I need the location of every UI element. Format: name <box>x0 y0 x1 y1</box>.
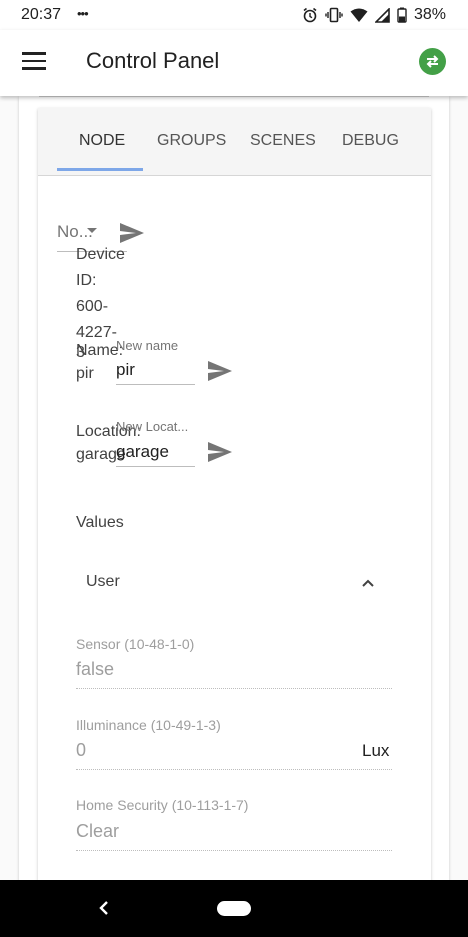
page-title: Control Panel <box>86 48 220 73</box>
tab-debug[interactable]: DEBUG <box>342 132 399 150</box>
status-icons: 38% <box>302 5 446 25</box>
back-icon[interactable] <box>97 898 111 918</box>
new-name-input[interactable]: pir <box>116 360 195 385</box>
sync-icon <box>426 55 439 68</box>
notification-dots: ••• <box>77 6 89 21</box>
battery-icon <box>397 7 407 23</box>
home-security-value: Clear <box>76 821 120 841</box>
system-nav-bar <box>0 880 468 937</box>
chevron-up-icon[interactable] <box>362 577 374 589</box>
send-name-icon[interactable] <box>207 360 233 382</box>
new-location-input[interactable]: garage <box>116 442 195 467</box>
sensor-value: false <box>76 659 115 679</box>
home-security-divider <box>76 850 392 851</box>
tab-indicator <box>57 168 143 171</box>
menu-icon[interactable] <box>22 52 46 72</box>
tab-groups[interactable]: GROUPS <box>157 132 226 150</box>
tab-bar: NODE GROUPS SCENES DEBUG <box>38 108 431 176</box>
vibrate-icon <box>325 7 343 23</box>
send-icon[interactable] <box>119 222 145 244</box>
illuminance-unit: Lux <box>362 741 390 760</box>
status-bar: 20:37 ••• 38% <box>0 0 468 30</box>
battery-percent: 38% <box>413 6 446 23</box>
home-security-label: Home Security (10-113-1-7) <box>76 797 249 813</box>
app-bar: Control Panel <box>0 30 468 96</box>
send-location-icon[interactable] <box>207 441 233 463</box>
tab-scenes[interactable]: SCENES <box>250 132 316 150</box>
status-time: 20:37 <box>21 6 62 23</box>
values-title: Values <box>76 514 124 531</box>
illuminance-label: Illuminance (10-49-1-3) <box>76 717 221 733</box>
tab-node[interactable]: NODE <box>79 132 125 150</box>
sensor-divider <box>76 688 392 689</box>
group-user-label[interactable]: User <box>86 573 120 591</box>
home-button[interactable] <box>217 901 251 916</box>
illuminance-value: 0 <box>76 740 87 760</box>
sensor-label: Sensor (10-48-1-0) <box>76 636 195 652</box>
illuminance-divider <box>76 769 392 770</box>
wifi-icon <box>350 8 368 22</box>
signal-icon <box>374 7 390 23</box>
dropdown-caret-icon <box>87 228 97 233</box>
new-name-label: New name <box>116 338 179 353</box>
alarm-icon <box>303 7 317 23</box>
new-location-label: New Locat... <box>116 419 189 434</box>
sync-button[interactable] <box>419 48 446 75</box>
